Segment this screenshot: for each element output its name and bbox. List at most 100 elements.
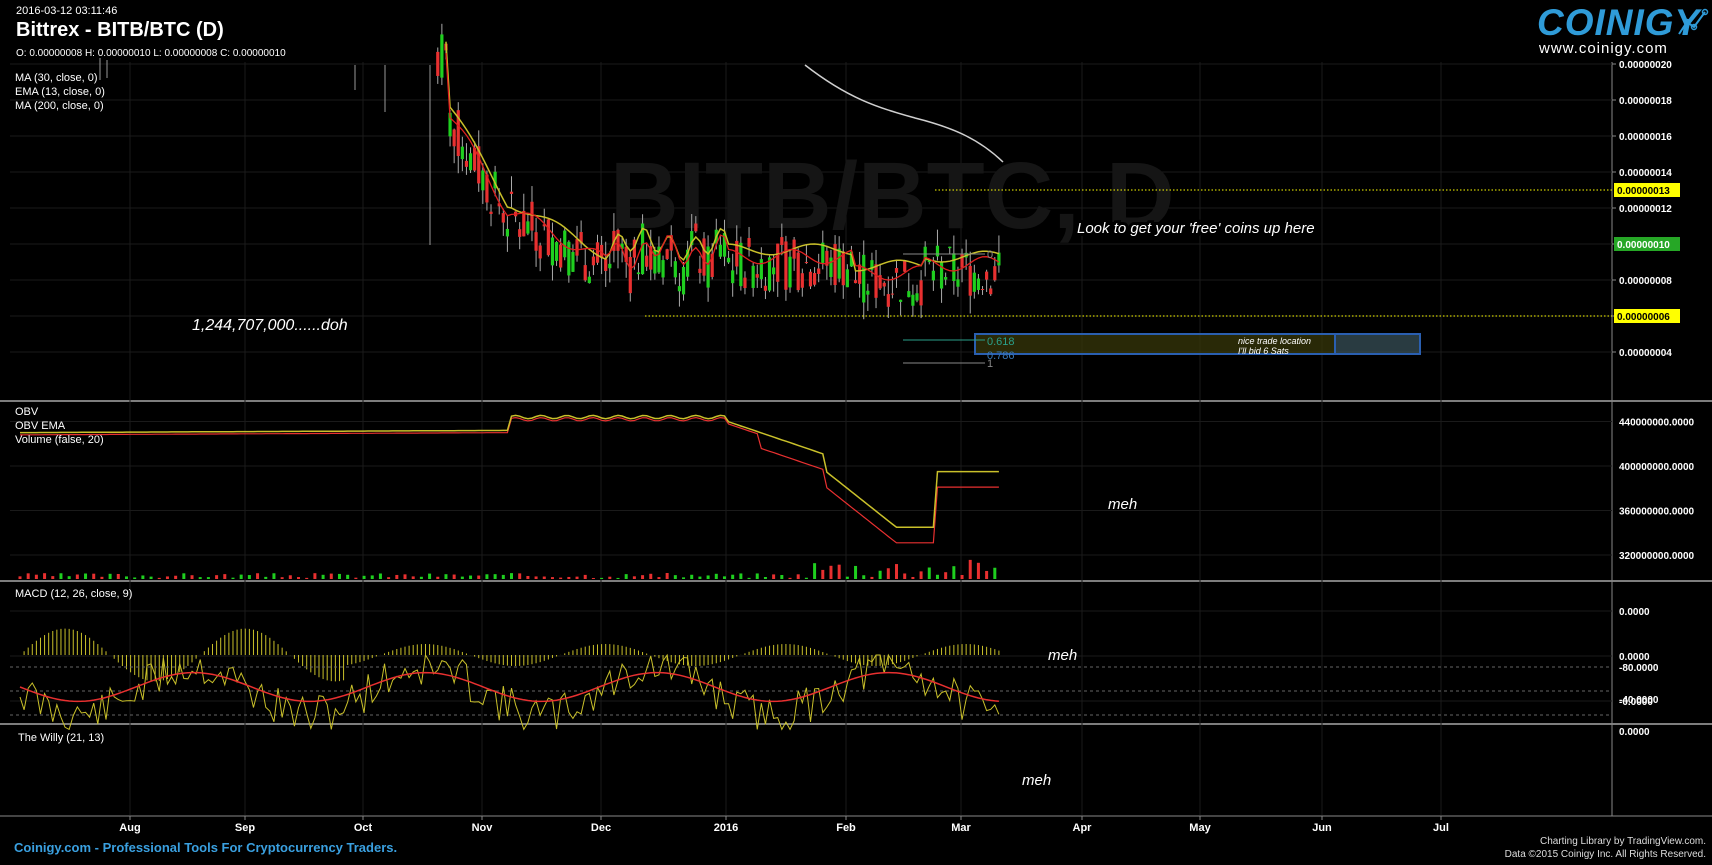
volume-bar — [272, 573, 276, 579]
candle-body — [747, 238, 751, 247]
volume-bar — [510, 573, 513, 579]
candle-body — [563, 230, 567, 258]
candle-body — [763, 285, 768, 291]
volume-bar — [837, 564, 841, 579]
obv-legend[interactable]: OBV — [15, 406, 38, 418]
volume-bar — [223, 574, 227, 579]
candle-body — [702, 238, 706, 276]
volume-bar — [706, 575, 710, 579]
candle-body — [481, 170, 485, 191]
volume-bar — [665, 573, 669, 579]
volume-bar — [411, 576, 415, 579]
candle-body — [731, 270, 735, 284]
volume-bar — [297, 577, 301, 579]
volume-bar — [428, 573, 432, 579]
volume-bar — [133, 577, 137, 579]
footer-tagline[interactable]: Coinigy.com - Professional Tools For Cry… — [14, 840, 397, 855]
x-tick-label: Sep — [235, 822, 255, 834]
volume-bar — [755, 573, 759, 579]
candle-body — [583, 265, 587, 281]
volume-bar — [124, 576, 128, 579]
x-tick-label: Feb — [836, 822, 856, 834]
volume-legend[interactable]: Volume (false, 20) — [15, 434, 104, 446]
chart-canvas[interactable]: BITB/BTC, D meh meh meh 0.000000040.0000… — [0, 0, 1712, 865]
willy-legend[interactable]: The Willy (21, 13) — [18, 732, 104, 744]
candle-body — [464, 160, 469, 167]
volume-bar — [26, 573, 30, 579]
indicator-legend-ma200[interactable]: MA (200, close, 0) — [15, 100, 104, 112]
candle-body — [944, 277, 948, 280]
candle-body — [796, 252, 800, 291]
volume-bar — [903, 573, 907, 579]
willy-note: meh — [1022, 772, 1051, 789]
x-tick-label: Nov — [472, 822, 494, 834]
candle-body — [780, 237, 784, 245]
volume-bar — [878, 570, 882, 579]
x-tick-label: Jul — [1433, 822, 1449, 834]
volume-bar — [174, 575, 178, 579]
volume-bar — [75, 574, 79, 579]
candle-body — [559, 244, 563, 268]
footer-credit-library[interactable]: Charting Library by TradingView.com. — [1540, 836, 1706, 847]
volume-bar — [247, 575, 251, 579]
candle-body — [591, 256, 596, 266]
candle-body — [595, 242, 600, 263]
volume-bar — [313, 573, 317, 579]
candle-body — [526, 221, 530, 234]
volume-bar — [722, 576, 726, 579]
volume-bar — [813, 563, 817, 579]
volume-bar — [419, 576, 423, 579]
fib-level-label: 1 — [987, 358, 993, 370]
candle-body — [546, 219, 550, 256]
candle-body — [882, 282, 886, 287]
volume-bar — [886, 568, 890, 579]
x-tick-label: Jun — [1312, 822, 1332, 834]
candle-body — [575, 239, 579, 256]
volume-bar — [198, 577, 202, 579]
x-tick-label: Apr — [1073, 822, 1093, 834]
x-tick-label: Aug — [119, 822, 140, 834]
volume-bar — [952, 566, 956, 579]
price-tick-label: 0.00000018 — [1619, 96, 1672, 107]
indicator-legend-ma30[interactable]: MA (30, close, 0) — [15, 72, 98, 84]
coinigy-logo[interactable]: COINIGY www.coinigy.com — [1537, 2, 1709, 58]
last-price-tag: 0.00000010 — [1617, 240, 1670, 251]
macd-legend[interactable]: MACD (12, 26, close, 9) — [15, 588, 132, 600]
logo-wordmark: COINIGY — [1537, 2, 1701, 43]
volume-bar — [264, 576, 268, 579]
candle-body — [935, 245, 940, 257]
volume-bar — [739, 573, 743, 579]
volume-bar — [387, 577, 391, 579]
candle-body — [899, 299, 903, 302]
candle-body — [989, 288, 993, 295]
volume-bar — [141, 575, 145, 579]
volume-bar — [469, 575, 473, 579]
candle-body — [587, 276, 591, 284]
x-tick-label: Dec — [591, 822, 611, 834]
trade-zone-box-right[interactable] — [1334, 333, 1421, 355]
volume-bar — [763, 577, 767, 579]
volume-bar — [624, 574, 628, 579]
volume-bar — [116, 573, 120, 579]
volume-bar — [796, 574, 800, 579]
volume-bar — [280, 577, 284, 579]
candle-body — [784, 241, 788, 290]
volume-bar — [59, 573, 63, 579]
indicator-legend-ema13[interactable]: EMA (13, close, 0) — [15, 86, 105, 98]
x-tick-label: Oct — [354, 822, 373, 834]
candle-body — [911, 294, 915, 306]
volume-bar — [354, 577, 358, 579]
candle-body — [919, 280, 923, 306]
volume-bar — [190, 575, 194, 579]
candle-body — [890, 293, 895, 295]
candle-body — [661, 260, 665, 278]
candle-body — [681, 266, 686, 295]
willy-tick-label: -80.0000 — [1619, 663, 1659, 674]
logo-url: www.coinigy.com — [1539, 40, 1668, 57]
candle-body — [505, 228, 510, 237]
candle-body — [571, 251, 575, 272]
obv-ema-legend[interactable]: OBV EMA — [15, 420, 65, 432]
volume-bar — [985, 570, 989, 579]
price-tick-label: 0.00000008 — [1619, 276, 1672, 287]
volume-bar — [641, 575, 645, 579]
